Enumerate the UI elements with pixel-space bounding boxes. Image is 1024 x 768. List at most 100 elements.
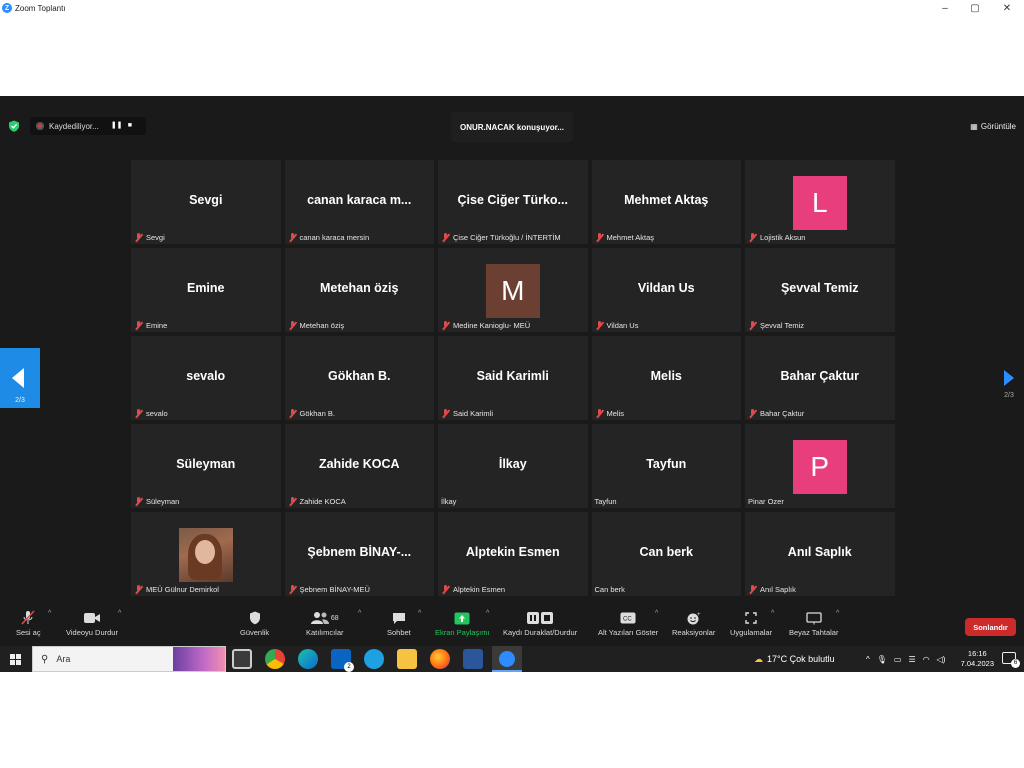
next-page-button[interactable]: 2/3 bbox=[994, 358, 1024, 408]
microphone-muted-icon bbox=[595, 233, 604, 242]
firefox-icon[interactable] bbox=[430, 649, 450, 669]
whiteboard-button[interactable]: Beyaz Tahtalar bbox=[789, 610, 838, 642]
participants-caret-icon[interactable]: ^ bbox=[358, 610, 361, 617]
participant-tile[interactable]: Said Karimli Said Karimli bbox=[438, 336, 588, 420]
participant-tile[interactable]: Can berk Can berk bbox=[591, 512, 741, 596]
stop-video-label: Videoyu Durdur bbox=[66, 628, 118, 637]
participant-tile[interactable]: Anıl Saplık Anıl Saplık bbox=[745, 512, 895, 596]
view-label: Görüntüle bbox=[980, 121, 1016, 131]
minimize-button[interactable]: – bbox=[930, 0, 960, 16]
maximize-button[interactable]: ▢ bbox=[960, 0, 990, 16]
microphone-muted-icon bbox=[441, 409, 450, 418]
participant-name: Vildan Us bbox=[606, 321, 639, 330]
participant-tile[interactable]: Çise Ciğer Türko... Çise Ciğer Türkoğlu /… bbox=[438, 160, 588, 244]
chat-caret-icon[interactable]: ^ bbox=[418, 610, 421, 617]
volume-icon[interactable]: ◁) bbox=[937, 655, 946, 664]
participant-name: Said Karimli bbox=[453, 409, 494, 418]
participant-tile[interactable]: Gökhan B. Gökhan B. bbox=[284, 336, 434, 420]
participant-tile[interactable]: Melis Melis bbox=[591, 336, 741, 420]
participant-gallery: Sevgi Sevgi canan karaca m... canan karaca … bbox=[131, 160, 895, 596]
participant-tile[interactable]: Bahar Çaktur Bahar Çaktur bbox=[745, 336, 895, 420]
participant-tile[interactable]: Şebnem BİNAY-... Şebnem BİNAY-MEÜ bbox=[284, 512, 434, 596]
participant-name: canan karaca mersin bbox=[299, 233, 370, 242]
reactions-label: Reaksiyonlar bbox=[672, 628, 716, 637]
whiteboard-caret-icon[interactable]: ^ bbox=[836, 610, 839, 617]
stop-video-button[interactable]: Videoyu Durdur bbox=[66, 610, 118, 642]
pause-recording-icon[interactable]: ❚❚ bbox=[111, 121, 123, 131]
zoom-taskbar-icon[interactable] bbox=[492, 646, 522, 672]
participant-tile[interactable]: Tayfun Tayfun bbox=[591, 424, 741, 508]
stop-recording-icon[interactable]: ■ bbox=[125, 121, 135, 131]
apps-caret-icon[interactable]: ^ bbox=[771, 610, 774, 617]
chat-bubble-icon bbox=[392, 610, 406, 626]
chat-button[interactable]: Sohbet bbox=[387, 610, 411, 642]
word-icon[interactable] bbox=[463, 649, 483, 669]
reactions-button[interactable]: + Reaksiyonlar bbox=[672, 610, 715, 642]
task-view-icon[interactable] bbox=[232, 649, 252, 669]
participant-tile[interactable]: sevalo sevalo bbox=[131, 336, 281, 420]
captions-button[interactable]: CC Alt Yazıları Göster bbox=[598, 610, 658, 642]
file-explorer-icon[interactable] bbox=[397, 649, 417, 669]
participant-name: Çise Ciğer Türkoğlu / İNTERTİM bbox=[453, 233, 561, 242]
participant-tile[interactable]: Vildan Us Vildan Us bbox=[591, 248, 741, 332]
mail-icon[interactable]: 2 bbox=[331, 649, 354, 672]
microphone-muted-icon bbox=[288, 321, 297, 330]
participant-name-label: Şebnem BİNAY-MEÜ bbox=[288, 585, 370, 594]
edge-icon[interactable] bbox=[298, 649, 318, 669]
audio-options-caret-icon[interactable]: ^ bbox=[48, 610, 51, 617]
taskbar-search[interactable]: ⚲ Ara bbox=[32, 646, 226, 672]
participant-tile[interactable]: Sevgi Sevgi bbox=[131, 160, 281, 244]
share-caret-icon[interactable]: ^ bbox=[486, 610, 489, 617]
close-button[interactable]: ✕ bbox=[992, 0, 1022, 16]
pause-stop-recording-button[interactable]: Kaydı Duraklat/Durdur bbox=[503, 610, 577, 642]
internet-explorer-icon[interactable] bbox=[364, 649, 384, 669]
participant-tile[interactable]: Emine Emine bbox=[131, 248, 281, 332]
view-button[interactable]: ▦ Görüntüle bbox=[970, 119, 1016, 133]
notification-center-icon[interactable]: 6 bbox=[1002, 652, 1020, 668]
participant-tile[interactable]: Alptekin Esmen Alptekin Esmen bbox=[438, 512, 588, 596]
security-button[interactable]: Güvenlik bbox=[240, 610, 269, 642]
participant-tile[interactable]: Metehan öziş Metehan öziş bbox=[284, 248, 434, 332]
participant-tile[interactable]: canan karaca m... canan karaca mersin bbox=[284, 160, 434, 244]
shield-check-icon[interactable] bbox=[8, 120, 20, 132]
microphone-muted-icon bbox=[748, 321, 757, 330]
wifi-icon[interactable]: ◠ bbox=[923, 655, 930, 664]
participant-tile[interactable]: L Lojistik Aksun bbox=[745, 160, 895, 244]
windows-start-icon[interactable] bbox=[10, 654, 21, 665]
participant-name-label: İlkay bbox=[441, 497, 456, 506]
network-icon[interactable]: ☰ bbox=[908, 655, 915, 664]
whiteboard-icon bbox=[806, 610, 822, 626]
microphone-muted-icon bbox=[21, 610, 35, 626]
participant-tile[interactable]: Şevval Temiz Şevval Temiz bbox=[745, 248, 895, 332]
participant-tile[interactable]: İlkay İlkay bbox=[438, 424, 588, 508]
participant-name-label: Anıl Saplık bbox=[748, 585, 796, 594]
participants-button[interactable]: 68 Katılımcılar bbox=[306, 610, 344, 642]
unmute-button[interactable]: Sesi aç bbox=[16, 610, 41, 642]
microphone-icon[interactable]: 🎙 bbox=[877, 655, 887, 664]
system-tray: ^ 🎙 ▭ ☰ ◠ ◁) bbox=[866, 646, 945, 672]
participant-tile[interactable]: P Pinar Ozer bbox=[745, 424, 895, 508]
participant-tile[interactable]: Mehmet Aktaş Mehmet Aktaş bbox=[591, 160, 741, 244]
page-indicator: 2/3 bbox=[1004, 392, 1014, 399]
participant-display-name: Gökhan B. bbox=[327, 369, 391, 383]
chevron-up-icon[interactable]: ^ bbox=[866, 655, 870, 664]
battery-icon[interactable]: ▭ bbox=[894, 655, 902, 664]
participant-tile[interactable]: Zahide KOCA Zahide KOCA bbox=[284, 424, 434, 508]
chat-label: Sohbet bbox=[387, 628, 411, 637]
apps-button[interactable]: Uygulamalar bbox=[730, 610, 772, 642]
share-screen-button[interactable]: Ekran Paylaşımı bbox=[435, 610, 490, 642]
captions-caret-icon[interactable]: ^ bbox=[655, 610, 658, 617]
participant-name: Mehmet Aktaş bbox=[606, 233, 655, 242]
participant-tile[interactable]: M Medine Kanioglu- MEÜ bbox=[438, 248, 588, 332]
end-meeting-button[interactable]: Sonlandır bbox=[965, 618, 1016, 636]
taskbar-clock[interactable]: 16:16 7.04.2023 bbox=[961, 649, 994, 669]
weather-widget[interactable]: ☁ 17°C Çok bulutlu bbox=[754, 646, 835, 672]
whiteboard-label: Beyaz Tahtalar bbox=[789, 628, 839, 637]
chrome-icon[interactable] bbox=[265, 649, 285, 669]
share-screen-icon bbox=[454, 610, 470, 626]
previous-page-button[interactable]: 2/3 bbox=[0, 348, 40, 408]
participant-display-name: Emine bbox=[186, 281, 225, 295]
video-options-caret-icon[interactable]: ^ bbox=[118, 610, 121, 617]
participant-tile[interactable]: MEÜ Gülnur Demirkol bbox=[131, 512, 281, 596]
participant-tile[interactable]: Süleyman Süleyman bbox=[131, 424, 281, 508]
